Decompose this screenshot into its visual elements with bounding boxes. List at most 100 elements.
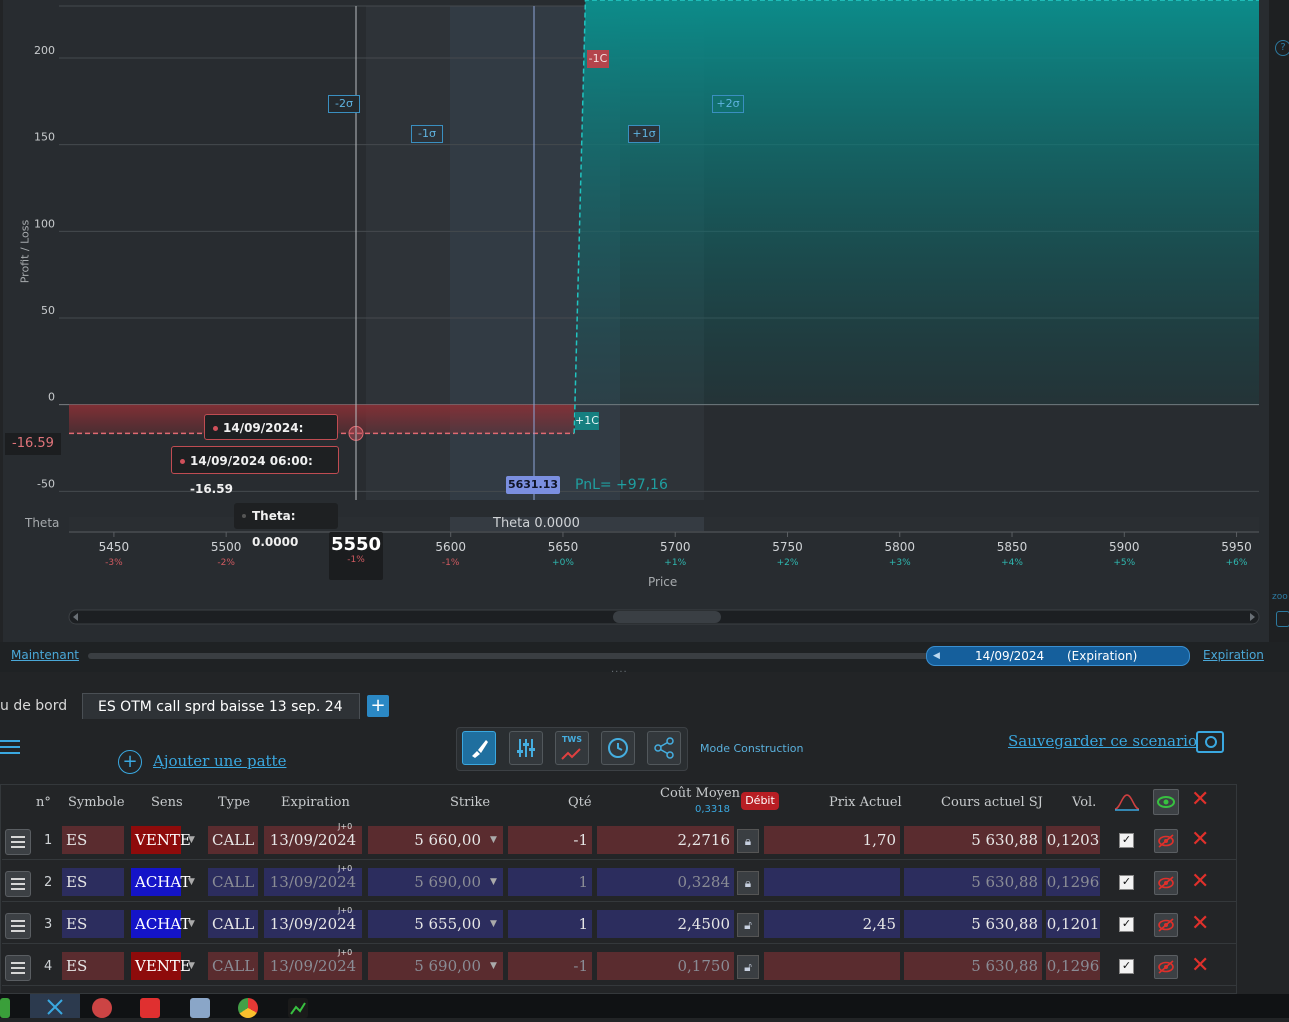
chevron-down-icon[interactable]: ▼ [490, 877, 497, 887]
leg-marker-long-call[interactable]: +1C [575, 412, 599, 430]
chevron-down-icon[interactable]: ▼ [490, 919, 497, 929]
row-hide-icon[interactable] [1154, 913, 1178, 937]
chart-toggle-icon[interactable] [1114, 791, 1140, 813]
row-strike[interactable]: 5 690,00 [368, 952, 503, 980]
app-icon-tws[interactable] [288, 998, 308, 1018]
row-avg-cost[interactable]: 2,4500 [597, 910, 734, 938]
row-delete-icon[interactable]: ✕ [1191, 955, 1209, 977]
slider-left-icon[interactable]: ◀ [933, 647, 940, 665]
zoom-label[interactable]: zoo [1272, 592, 1288, 602]
row-chart-checkbox[interactable]: ✓ [1119, 959, 1134, 974]
unlock-icon[interactable]: 🔓︎ [737, 955, 759, 979]
now-link[interactable]: Maintenant [11, 648, 79, 662]
row-qty[interactable]: -1 [508, 952, 592, 980]
lock-icon[interactable]: 🔒︎ [737, 871, 759, 895]
leg-marker-short-call[interactable]: -1C [587, 50, 609, 68]
row-type[interactable]: CALL [208, 910, 258, 938]
camera-icon[interactable] [1196, 731, 1224, 753]
chevron-down-icon[interactable]: ▼ [188, 919, 195, 929]
app-icon-chrome[interactable] [238, 998, 258, 1018]
app-icon-notes[interactable] [190, 998, 210, 1018]
row-symbol[interactable]: ES [62, 952, 124, 980]
brush-icon[interactable] [462, 731, 496, 765]
row-symbol[interactable]: ES [62, 910, 124, 938]
row-type[interactable]: CALL [208, 868, 258, 896]
chevron-down-icon[interactable]: ▼ [490, 961, 497, 971]
cursor-price: 5550 [330, 534, 382, 555]
app-icon-optionstrat[interactable] [30, 994, 80, 1018]
row-symbol[interactable]: ES [62, 868, 124, 896]
row-chart-checkbox[interactable]: ✓ [1119, 917, 1134, 932]
hamburger-menu-icon[interactable] [0, 740, 22, 756]
row-side[interactable]: ACHAT [131, 910, 190, 938]
zoom-icon[interactable] [1276, 611, 1289, 627]
chart-scrollbar-thumb[interactable] [613, 611, 721, 623]
unlock-icon[interactable]: 🔓︎ [737, 913, 759, 937]
panel-resize-handle[interactable]: .... [611, 664, 628, 675]
time-slider-handle[interactable]: ◀ 14/09/2024 (Expiration) [926, 646, 1190, 666]
row-avg-cost[interactable]: 2,2716 [597, 826, 734, 854]
tab-dashboard[interactable]: u de bord [0, 693, 78, 719]
row-strike[interactable]: 5 690,00 [368, 868, 503, 896]
row-side[interactable]: ACHAT [131, 868, 190, 896]
row-vol[interactable]: 0,1201 [1046, 910, 1100, 938]
row-vol[interactable]: 0,1203 [1046, 826, 1100, 854]
chevron-down-icon[interactable]: ▼ [490, 835, 497, 845]
row-number: 2 [44, 875, 53, 890]
payoff-chart[interactable]: 200 150 100 50 0 -50 5450 -3% 5500 -2% 5600 -1% 565… [3, 0, 1269, 642]
lock-icon[interactable]: 🔒︎ [737, 829, 759, 853]
row-current-price [764, 868, 900, 896]
row-qty[interactable]: -1 [508, 826, 592, 854]
sliders-icon[interactable] [509, 731, 543, 765]
payoff-chart-panel[interactable]: 200 150 100 50 0 -50 5450 -3% 5500 -2% 5600 -1% 565… [3, 0, 1269, 642]
row-delete-icon[interactable]: ✕ [1191, 913, 1209, 935]
row-hide-icon[interactable] [1154, 829, 1178, 853]
chevron-down-icon[interactable]: ▼ [188, 877, 195, 887]
row-menu-button[interactable] [5, 829, 31, 855]
row-strike[interactable]: 5 660,00 [368, 826, 503, 854]
row-symbol[interactable]: ES [62, 826, 124, 854]
row-menu-button[interactable] [5, 871, 31, 897]
row-type[interactable]: CALL [208, 826, 258, 854]
row-menu-button[interactable] [5, 913, 31, 939]
help-icon[interactable]: ? [1275, 40, 1289, 56]
add-leg-icon[interactable]: + [118, 750, 142, 774]
row-type[interactable]: CALL [208, 952, 258, 980]
app-icon-green[interactable] [0, 998, 10, 1018]
row-delete-icon[interactable]: ✕ [1191, 829, 1209, 851]
row-hide-icon[interactable] [1154, 955, 1178, 979]
row-strike[interactable]: 5 655,00 [368, 910, 503, 938]
row-chart-checkbox[interactable]: ✓ [1119, 875, 1134, 890]
save-scenario-link[interactable]: Sauvegarder ce scenario [1008, 732, 1197, 750]
row-delete-icon[interactable]: ✕ [1191, 871, 1209, 893]
tws-icon[interactable]: TWS [555, 731, 589, 765]
app-icon-pdf[interactable] [140, 998, 160, 1018]
row-qty[interactable]: 1 [508, 910, 592, 938]
time-slider-track[interactable] [88, 653, 938, 659]
chevron-down-icon[interactable]: ▼ [188, 961, 195, 971]
history-icon[interactable] [601, 731, 635, 765]
expiration-link[interactable]: Expiration [1203, 648, 1264, 662]
row-avg-cost[interactable]: 0,1750 [597, 952, 734, 980]
eye-all-icon[interactable] [1153, 789, 1179, 815]
header-underlying: Cours actuel SJ [941, 795, 1043, 810]
chevron-down-icon[interactable]: ▼ [188, 835, 195, 845]
row-vol[interactable]: 0,1296 [1046, 952, 1100, 980]
x-tick-pct: +0% [552, 558, 574, 568]
tab-strategy[interactable]: ES OTM call sprd baisse 13 sep. 24 [82, 693, 360, 719]
row-qty[interactable]: 1 [508, 868, 592, 896]
row-chart-checkbox[interactable]: ✓ [1119, 833, 1134, 848]
x-tick-label: 5800 [884, 540, 915, 554]
row-side[interactable]: VENTE [131, 952, 191, 980]
app-icon-compass[interactable] [92, 998, 112, 1018]
add-leg-link[interactable]: Ajouter une patte [153, 752, 286, 770]
row-avg-cost[interactable]: 0,3284 [597, 868, 734, 896]
row-hide-icon[interactable] [1154, 871, 1178, 895]
row-menu-button[interactable] [5, 955, 31, 981]
row-vol[interactable]: 0,1296 [1046, 868, 1100, 896]
x-tick-pct: -1% [442, 558, 460, 568]
add-tab-button[interactable]: + [367, 695, 389, 717]
delete-all-icon[interactable]: ✕ [1191, 789, 1209, 811]
share-icon[interactable] [647, 731, 681, 765]
row-side[interactable]: VENTE [131, 826, 191, 854]
